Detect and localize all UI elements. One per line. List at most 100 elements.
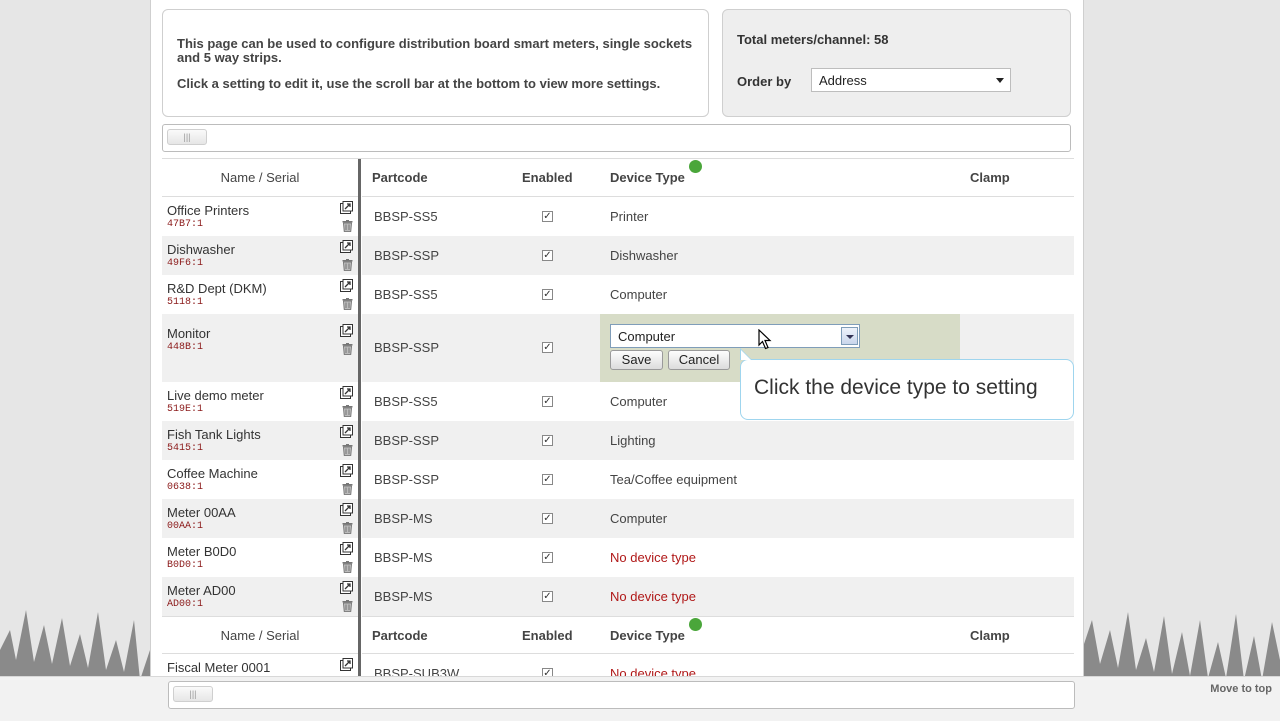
settings-row: BBSP-SSP ✓ Dishwasher bbox=[362, 236, 1074, 275]
order-by-label: Order by bbox=[737, 74, 792, 89]
meter-row[interactable]: Fish Tank Lights 5415:1 bbox=[162, 421, 358, 460]
popout-icon[interactable] bbox=[340, 542, 353, 555]
trash-icon[interactable] bbox=[342, 560, 353, 573]
trash-icon[interactable] bbox=[342, 258, 353, 271]
info-text-1: This page can be used to configure distr… bbox=[177, 36, 693, 65]
enabled-checkbox[interactable]: ✓ bbox=[542, 591, 553, 602]
meter-serial: 5415:1 bbox=[167, 443, 204, 454]
enabled-checkbox[interactable]: ✓ bbox=[542, 396, 553, 407]
device-type-cell[interactable]: Printer bbox=[610, 209, 648, 224]
settings-row: BBSP-SS5 ✓ Printer bbox=[362, 197, 1074, 236]
popout-icon[interactable] bbox=[340, 503, 353, 516]
meter-row[interactable]: Fiscal Meter 00010001:1 bbox=[162, 654, 358, 677]
meter-name: Coffee Machine bbox=[167, 466, 258, 481]
main-page: This page can be used to configure distr… bbox=[150, 0, 1084, 720]
popout-icon[interactable] bbox=[340, 279, 353, 292]
device-type-cell[interactable]: No device type bbox=[610, 550, 696, 565]
popout-icon[interactable] bbox=[340, 658, 353, 671]
partcode-cell[interactable]: BBSP-SSP bbox=[374, 433, 439, 448]
trash-icon[interactable] bbox=[342, 482, 353, 495]
enabled-checkbox[interactable]: ✓ bbox=[542, 474, 553, 485]
save-button[interactable]: Save bbox=[610, 350, 663, 370]
enabled-checkbox[interactable]: ✓ bbox=[542, 552, 553, 563]
enabled-header: Enabled bbox=[522, 170, 573, 185]
settings-row: BBSP-MS ✓ No device type bbox=[362, 538, 1074, 577]
device-type-cell[interactable]: Computer bbox=[610, 511, 667, 526]
meter-name: Live demo meter bbox=[167, 388, 264, 403]
trash-icon[interactable] bbox=[342, 443, 353, 456]
trash-icon[interactable] bbox=[342, 599, 353, 612]
popout-icon[interactable] bbox=[340, 464, 353, 477]
move-to-top-link[interactable]: Move to top bbox=[1210, 683, 1272, 695]
device-type-header: Device Type + bbox=[610, 159, 702, 197]
enabled-checkbox[interactable]: ✓ bbox=[542, 211, 553, 222]
info-panel: This page can be used to configure distr… bbox=[162, 9, 709, 117]
meter-serial: 47B7:1 bbox=[167, 219, 204, 230]
popout-icon[interactable] bbox=[340, 201, 353, 214]
device-type-cell[interactable]: Tea/Coffee equipment bbox=[610, 472, 737, 487]
add-icon[interactable]: + bbox=[688, 160, 702, 186]
trash-icon[interactable] bbox=[342, 297, 353, 310]
meter-row[interactable]: Meter B0D0 B0D0:1 bbox=[162, 538, 358, 577]
top-horizontal-scrollbar[interactable]: ||| bbox=[162, 124, 1071, 152]
trash-icon[interactable] bbox=[342, 219, 353, 232]
device-type-cell[interactable]: Computer bbox=[610, 394, 667, 409]
settings-row: BBSP-MS ✓ No device type bbox=[362, 577, 1074, 616]
meter-row[interactable]: Monitor 448B:1 bbox=[162, 314, 358, 382]
trash-icon[interactable] bbox=[342, 404, 353, 417]
partcode-cell[interactable]: BBSP-MS bbox=[374, 511, 433, 526]
device-type-cell[interactable]: No device type bbox=[610, 589, 696, 604]
partcode-cell[interactable]: BBSP-SSP bbox=[374, 472, 439, 487]
add-icon[interactable]: + bbox=[688, 618, 702, 644]
trash-icon[interactable] bbox=[342, 521, 353, 534]
partcode-cell[interactable]: BBSP-SSP bbox=[374, 340, 439, 355]
partcode-cell[interactable]: BBSP-SS5 bbox=[374, 394, 438, 409]
scrollbar-thumb[interactable]: ||| bbox=[167, 129, 207, 145]
meter-name: Fiscal Meter 0001 bbox=[167, 660, 271, 675]
device-type-cell[interactable]: Dishwasher bbox=[610, 248, 678, 263]
enabled-checkbox[interactable]: ✓ bbox=[542, 435, 553, 446]
partcode-cell[interactable]: BBSP-MS bbox=[374, 589, 433, 604]
popout-icon[interactable] bbox=[340, 386, 353, 399]
partcode-cell[interactable]: BBSP-MS bbox=[374, 550, 433, 565]
partcode-cell[interactable]: BBSP-SS5 bbox=[374, 209, 438, 224]
popout-icon[interactable] bbox=[340, 581, 353, 594]
stats-panel: Total meters/channel: 58 Order by Addres… bbox=[722, 9, 1071, 117]
meter-name: Office Printers bbox=[167, 203, 250, 218]
device-type-select[interactable]: Computer bbox=[610, 324, 860, 348]
device-type-cell[interactable]: Computer bbox=[610, 287, 667, 302]
meter-serial: 0638:1 bbox=[167, 482, 204, 493]
clamp-header: Clamp bbox=[970, 170, 1010, 185]
scrollbar-thumb[interactable]: ||| bbox=[173, 686, 213, 702]
meter-row[interactable]: Meter 00AA 00AA:1 bbox=[162, 499, 358, 538]
order-by-select[interactable]: Address bbox=[811, 68, 1011, 92]
meter-row[interactable]: Live demo meter 519E:1 bbox=[162, 382, 358, 421]
meter-serial: AD00:1 bbox=[167, 599, 204, 610]
popout-icon[interactable] bbox=[340, 425, 353, 438]
chevron-down-icon[interactable] bbox=[841, 327, 858, 345]
settings-header: Partcode Enabled Device Type + Clamp bbox=[362, 159, 1074, 197]
meter-row[interactable]: R&D Dept (DKM) 5118:1 bbox=[162, 275, 358, 314]
trash-icon[interactable] bbox=[342, 342, 353, 355]
meter-row[interactable]: Coffee Machine 0638:1 bbox=[162, 460, 358, 499]
popout-icon[interactable] bbox=[340, 240, 353, 253]
device-type-header-label: Device Type bbox=[610, 628, 685, 643]
partcode-cell[interactable]: BBSP-SSP bbox=[374, 248, 439, 263]
meter-name: Monitor bbox=[167, 326, 211, 341]
partcode-cell[interactable]: BBSP-SS5 bbox=[374, 287, 438, 302]
settings-row: BBSP-SUB3W ✓ No device type bbox=[362, 654, 1074, 677]
enabled-checkbox[interactable]: ✓ bbox=[542, 342, 553, 353]
meter-row[interactable]: Dishwasher 49F6:1 bbox=[162, 236, 358, 275]
device-type-cell[interactable]: Lighting bbox=[610, 433, 656, 448]
settings-header-repeat: Partcode Enabled Device Type + Clamp bbox=[362, 616, 1074, 654]
cancel-button[interactable]: Cancel bbox=[668, 350, 730, 370]
enabled-checkbox[interactable]: ✓ bbox=[542, 289, 553, 300]
tooltip-tail-inner bbox=[741, 350, 751, 360]
popout-icon[interactable] bbox=[340, 324, 353, 337]
meter-row[interactable]: Meter AD00 AD00:1 bbox=[162, 577, 358, 616]
bottom-horizontal-scrollbar[interactable]: ||| bbox=[168, 681, 1075, 709]
enabled-checkbox[interactable]: ✓ bbox=[542, 250, 553, 261]
enabled-checkbox[interactable]: ✓ bbox=[542, 513, 553, 524]
settings-row: BBSP-SS5 ✓ Computer bbox=[362, 275, 1074, 314]
meter-row[interactable]: Office Printers 47B7:1 bbox=[162, 197, 358, 236]
